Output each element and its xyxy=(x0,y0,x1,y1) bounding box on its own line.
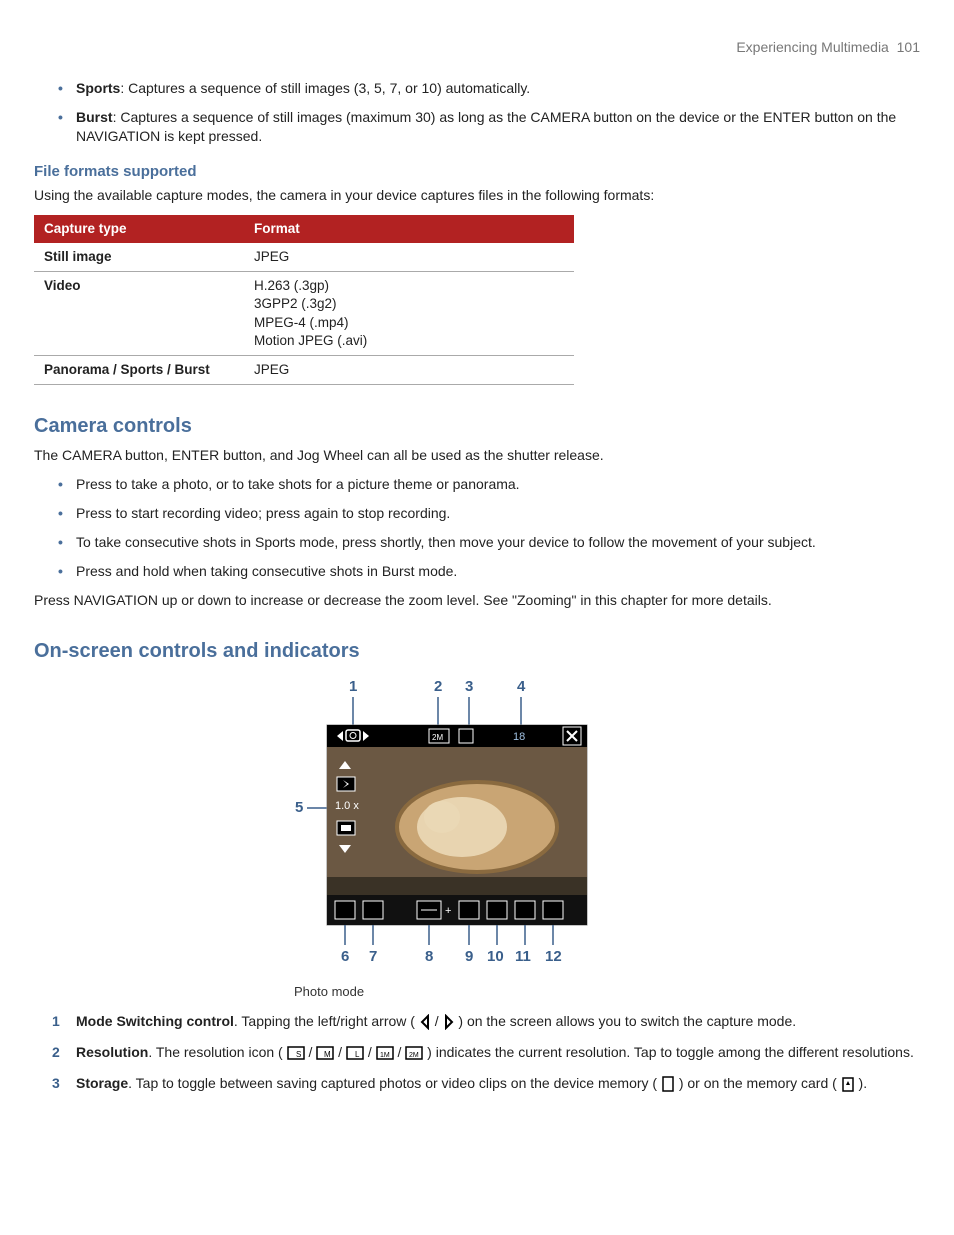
callout-6: 6 xyxy=(341,948,349,965)
item-label: Storage xyxy=(76,1075,128,1091)
cell-format: JPEG xyxy=(244,243,574,272)
res-icon-l: L xyxy=(346,1046,364,1060)
onscreen-items-list: 1 Mode Switching control. Tapping the le… xyxy=(34,1012,920,1093)
res-icon-1m: 1M xyxy=(376,1046,394,1060)
svg-text:S: S xyxy=(296,1050,301,1059)
header-page-number: 101 xyxy=(897,39,920,55)
memory-card-icon xyxy=(841,1076,855,1092)
header-section: Experiencing Multimedia xyxy=(736,39,889,55)
tool-icon-1 xyxy=(335,901,355,919)
item-desc-post: ) on the screen allows you to switch the… xyxy=(455,1013,797,1029)
item-desc-pre: . Tap to toggle between saving captured … xyxy=(128,1075,661,1091)
file-formats-intro: Using the available capture modes, the c… xyxy=(34,186,920,205)
wb-icon xyxy=(459,901,479,919)
left-bracket-arrow-icon xyxy=(419,1014,431,1030)
svg-text:+: + xyxy=(445,905,451,917)
zoom-level: 1.0 x xyxy=(335,800,359,812)
callout-3: 3 xyxy=(465,678,473,695)
flash-icon xyxy=(337,777,355,791)
callout-4: 4 xyxy=(517,678,526,695)
onscreen-heading: On-screen controls and indicators xyxy=(34,638,920,665)
item-desc-mid: ) or on the memory card ( xyxy=(675,1075,841,1091)
bullet-label: Sports xyxy=(76,80,120,96)
res-icon-m: M xyxy=(316,1046,334,1060)
callout-5: 5 xyxy=(295,799,303,816)
file-formats-heading: File formats supported xyxy=(34,162,920,182)
cell-format: H.263 (.3gp) 3GPP2 (.3g2) MPEG-4 (.mp4) … xyxy=(244,272,574,356)
item-desc-mid: / xyxy=(431,1013,443,1029)
res-icon-s: S xyxy=(287,1046,305,1060)
list-item: To take consecutive shots in Sports mode… xyxy=(76,533,920,552)
cell-type: Panorama / Sports / Burst xyxy=(34,356,244,385)
res-icon-2m: 2M xyxy=(405,1046,423,1060)
item-label: Mode Switching control xyxy=(76,1013,234,1029)
table-row: Video H.263 (.3gp) 3GPP2 (.3g2) MPEG-4 (… xyxy=(34,272,574,356)
camera-controls-outro: Press NAVIGATION up or down to increase … xyxy=(34,591,920,610)
item-label: Resolution xyxy=(76,1044,148,1060)
bullet-label: Burst xyxy=(76,109,113,125)
device-memory-icon xyxy=(661,1076,675,1092)
cell-type: Video xyxy=(34,272,244,356)
settings-icon xyxy=(543,901,563,919)
item-desc-pre: . Tapping the left/right arrow ( xyxy=(234,1013,419,1029)
callout-2: 2 xyxy=(434,678,442,695)
callout-7: 7 xyxy=(369,948,377,965)
item-desc-post: ) indicates the current resolution. Tap … xyxy=(423,1044,914,1060)
tool-icon-2 xyxy=(363,901,383,919)
list-item: Press and hold when taking consecutive s… xyxy=(76,562,920,581)
item-desc-pre: . The resolution icon ( xyxy=(148,1044,286,1060)
table-row: Panorama / Sports / Burst JPEG xyxy=(34,356,574,385)
list-item: 3 Storage. Tap to toggle between saving … xyxy=(76,1074,920,1093)
formats-table: Capture type Format Still image JPEG Vid… xyxy=(34,215,574,386)
camera-ui-svg: 1 2 3 4 5 2M 18 1.0 x + xyxy=(287,677,667,977)
svg-text:2M: 2M xyxy=(409,1052,419,1059)
camera-controls-list: Press to take a photo, or to take shots … xyxy=(34,475,920,581)
right-bracket-arrow-icon xyxy=(443,1014,455,1030)
svg-text:1M: 1M xyxy=(380,1052,390,1059)
page-header: Experiencing Multimedia 101 xyxy=(34,38,920,57)
cell-format: JPEG xyxy=(244,356,574,385)
bullet-desc: : Captures a sequence of still images (3… xyxy=(120,80,530,96)
list-item: 2 Resolution. The resolution icon ( S / … xyxy=(76,1043,920,1062)
item-number: 2 xyxy=(52,1043,60,1062)
bullet-desc: : Captures a sequence of still images (m… xyxy=(76,109,896,144)
item-desc-post: ). xyxy=(855,1075,867,1091)
camera-controls-heading: Camera controls xyxy=(34,413,920,440)
table-header-capture-type: Capture type xyxy=(34,215,244,243)
list-item: Sports: Captures a sequence of still ima… xyxy=(76,79,920,98)
svg-text:L: L xyxy=(355,1050,360,1059)
svg-text:M: M xyxy=(324,1050,331,1059)
callout-1: 1 xyxy=(349,678,357,695)
list-item: Press to start recording video; press ag… xyxy=(76,504,920,523)
timer-icon xyxy=(487,901,507,919)
camera-controls-intro: The CAMERA button, ENTER button, and Jog… xyxy=(34,446,920,465)
item-number: 3 xyxy=(52,1074,60,1093)
callout-11: 11 xyxy=(515,948,531,965)
cell-type: Still image xyxy=(34,243,244,272)
resolution-label: 2M xyxy=(432,733,443,742)
table-header-format: Format xyxy=(244,215,574,243)
list-item: 1 Mode Switching control. Tapping the le… xyxy=(76,1012,920,1031)
callout-8: 8 xyxy=(425,948,433,965)
callout-9: 9 xyxy=(465,948,473,965)
item-number: 1 xyxy=(52,1012,60,1031)
figure-caption: Photo mode xyxy=(294,983,920,1001)
remaining-count: 18 xyxy=(513,731,525,743)
callout-12: 12 xyxy=(545,948,562,965)
top-bullet-list: Sports: Captures a sequence of still ima… xyxy=(34,79,920,146)
camera-screenshot-figure: 1 2 3 4 5 2M 18 1.0 x + xyxy=(34,677,920,1001)
list-item: Press to take a photo, or to take shots … xyxy=(76,475,920,494)
callout-10: 10 xyxy=(487,948,504,965)
effect-icon xyxy=(515,901,535,919)
table-row: Still image JPEG xyxy=(34,243,574,272)
list-item: Burst: Captures a sequence of still imag… xyxy=(76,108,920,146)
